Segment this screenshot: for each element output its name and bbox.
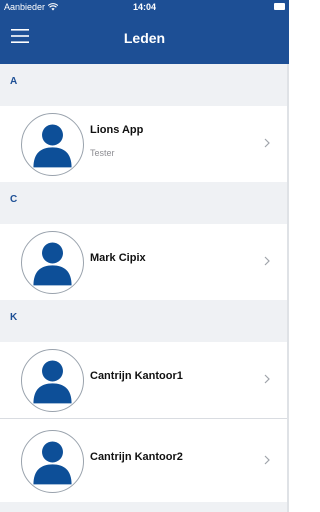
person-avatar-icon [21, 430, 84, 493]
member-role: Tester [90, 148, 115, 158]
scroll-edge [287, 64, 289, 512]
person-avatar-icon [21, 113, 84, 176]
member-name: Cantrijn Kantoor2 [90, 451, 183, 463]
battery-icon [274, 3, 285, 10]
member-row-mark-cipix[interactable]: Mark Cipix [0, 224, 289, 300]
status-bar: Aanbieder 14:04 [0, 0, 289, 14]
section-letter: A [10, 76, 18, 87]
member-row-cantrijn-kantoor2[interactable]: Cantrijn Kantoor2 [0, 423, 289, 499]
page-title: Leden [123, 30, 166, 46]
section-header-a: A [0, 64, 289, 106]
chevron-right-icon [264, 138, 270, 148]
section-letter: K [10, 312, 18, 323]
section-header-k: K [0, 300, 289, 342]
member-name: Mark Cipix [90, 252, 146, 264]
member-row-cantrijn-kantoor1[interactable]: Cantrijn Kantoor1 [0, 342, 289, 418]
chevron-right-icon [264, 256, 270, 266]
section-letter: C [10, 194, 18, 205]
member-name: Cantrijn Kantoor1 [90, 370, 183, 382]
navigation-bar: Leden [0, 14, 289, 64]
person-avatar-icon [21, 231, 84, 294]
row-divider [0, 418, 289, 419]
section-header-c: C [0, 182, 289, 224]
list-footer [0, 502, 289, 512]
chevron-right-icon [264, 455, 270, 465]
member-name: Lions App [90, 124, 144, 136]
status-time: 14:04 [132, 2, 157, 12]
chevron-right-icon [264, 374, 270, 384]
person-avatar-icon [21, 349, 84, 412]
member-row-lions-app[interactable]: Lions App Tester [0, 106, 289, 182]
